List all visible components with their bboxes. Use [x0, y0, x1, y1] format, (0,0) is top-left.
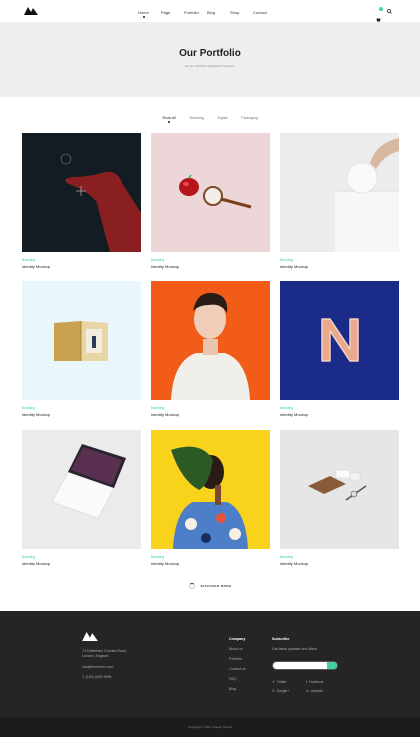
footer-address: 74 Tottenham Courtes Road, London, Engla…: [82, 649, 127, 680]
footer-logo-icon[interactable]: [82, 632, 98, 641]
filter-branding[interactable]: Branding: [190, 116, 204, 120]
twitter-icon: ✦: [272, 680, 275, 684]
google-plus-icon: G: [272, 689, 275, 693]
portfolio-item[interactable]: Branding Identity Mockup: [151, 281, 270, 417]
portfolio-title[interactable]: Identity Mockup: [22, 561, 141, 566]
portfolio-title[interactable]: Identity Mockup: [151, 561, 270, 566]
social-facebook[interactable]: f Facebook: [306, 680, 323, 684]
portfolio-thumbnail[interactable]: [22, 133, 141, 252]
discover-more-label: DISCOVER MORE: [200, 584, 232, 588]
portfolio-category[interactable]: Branding: [280, 406, 399, 410]
portfolio-item[interactable]: Branding Identity Mockup: [151, 133, 270, 269]
portfolio-category[interactable]: Branding: [22, 258, 141, 262]
logo-icon[interactable]: [24, 7, 38, 15]
social-twitter[interactable]: ✦ Twitter: [272, 680, 286, 684]
portfolio-item[interactable]: Branding Identity Mockup: [22, 430, 141, 566]
portfolio-thumbnail[interactable]: [151, 281, 270, 400]
portfolio-title[interactable]: Identity Mockup: [22, 412, 141, 417]
portfolio-category[interactable]: Branding: [151, 258, 270, 262]
company-heading: Company: [229, 637, 246, 641]
page-hero: Our Portfolio Home / Portfolio Standard …: [0, 22, 420, 97]
copyright-text: Copyright © 2017 Noarsp Theme: [187, 725, 232, 729]
breadcrumb: Home / Portfolio Standard 3 Columns: [185, 64, 235, 68]
subscribe-submit-button[interactable]: [327, 662, 337, 669]
social-label: Google+: [276, 689, 290, 693]
portfolio-thumbnail[interactable]: [280, 133, 399, 252]
footer-link-blog[interactable]: Blog: [229, 684, 246, 694]
subscribe-text: Get latest updates and offers.: [272, 647, 318, 651]
footer-link-contact[interactable]: Contact us: [229, 664, 246, 674]
filter-show-all[interactable]: Show All: [162, 116, 176, 123]
nav-page[interactable]: Page: [161, 10, 184, 15]
portfolio-item[interactable]: Branding Identity Mockup: [280, 281, 399, 417]
footer-email[interactable]: info@themerex.com: [82, 665, 127, 670]
cart-icon[interactable]: 0: [376, 7, 383, 22]
address-line-2: London, England: [82, 654, 109, 658]
footer-phone: T: (100) 0000 9999: [82, 675, 112, 679]
subscribe-form: [272, 661, 338, 670]
facebook-icon: f: [306, 680, 307, 684]
portfolio-thumbnail[interactable]: [151, 430, 270, 549]
social-label: Twitter: [276, 680, 287, 684]
filter-digital[interactable]: Digital: [218, 116, 228, 120]
footer-link-portfolio[interactable]: Portfolio: [229, 654, 246, 664]
social-label: Linkedin: [310, 689, 323, 693]
portfolio-item[interactable]: Branding Identity Mockup: [151, 430, 270, 566]
portfolio-item[interactable]: Branding Identity Mockup: [22, 281, 141, 417]
portfolio-title[interactable]: Identity Mockup: [151, 264, 270, 269]
social-label: Facebook: [308, 680, 324, 684]
portfolio-category[interactable]: Branding: [151, 555, 270, 559]
search-icon[interactable]: [387, 9, 392, 14]
portfolio-title[interactable]: Identity Mockup: [22, 264, 141, 269]
nav-portfolio[interactable]: Portfolio: [184, 10, 207, 15]
portfolio-category[interactable]: Branding: [280, 555, 399, 559]
nav-contact[interactable]: Contact: [253, 10, 276, 15]
portfolio-thumbnail[interactable]: [280, 430, 399, 549]
portfolio-thumbnail[interactable]: [151, 133, 270, 252]
linkedin-icon: in: [306, 689, 309, 693]
portfolio-item[interactable]: Branding Identity Mockup: [280, 133, 399, 269]
portfolio-item[interactable]: Branding Identity Mockup: [280, 430, 399, 566]
portfolio-thumbnail[interactable]: [280, 281, 399, 400]
portfolio-filters: Show All Branding Digital Packaging: [0, 116, 420, 123]
nav-blog[interactable]: Blog: [207, 10, 230, 15]
copyright-bar: Copyright © 2017 Noarsp Theme: [0, 717, 420, 737]
filter-packaging[interactable]: Packaging: [241, 116, 257, 120]
portfolio-title[interactable]: Identity Mockup: [280, 412, 399, 417]
portfolio-category[interactable]: Branding: [151, 406, 270, 410]
social-google-plus[interactable]: G Google+: [272, 689, 289, 693]
footer-link-faq[interactable]: FAQ: [229, 674, 246, 684]
cart-count-badge: 0: [379, 7, 383, 11]
footer-subscribe: Subscribe Get latest updates and offers.: [272, 634, 318, 654]
footer-company: Company About us Portfolio Contact us FA…: [229, 634, 246, 694]
header-icons: 0: [376, 7, 392, 22]
portfolio-category[interactable]: Branding: [22, 555, 141, 559]
main-nav: Home Page Portfolio Blog Shop Contact: [138, 10, 276, 18]
subscribe-heading: Subscribe: [272, 637, 290, 641]
site-footer: 74 Tottenham Courtes Road, London, Engla…: [0, 611, 420, 717]
portfolio-thumbnail[interactable]: [22, 430, 141, 549]
social-linkedin[interactable]: in Linkedin: [306, 689, 323, 693]
nav-shop[interactable]: Shop: [230, 10, 253, 15]
portfolio-category[interactable]: Branding: [22, 406, 141, 410]
portfolio-category[interactable]: Branding: [280, 258, 399, 262]
discover-more-button[interactable]: DISCOVER MORE: [0, 583, 420, 589]
page-title: Our Portfolio: [179, 48, 241, 59]
loader-icon: [188, 583, 195, 589]
portfolio-title[interactable]: Identity Mockup: [280, 561, 399, 566]
portfolio-title[interactable]: Identity Mockup: [151, 412, 270, 417]
footer-link-about[interactable]: About us: [229, 644, 246, 654]
site-header: Home Page Portfolio Blog Shop Contact 0: [0, 0, 420, 22]
portfolio-item[interactable]: Branding Identity Mockup: [22, 133, 141, 269]
portfolio-thumbnail[interactable]: [22, 281, 141, 400]
nav-home[interactable]: Home: [138, 10, 161, 18]
portfolio-title[interactable]: Identity Mockup: [280, 264, 399, 269]
